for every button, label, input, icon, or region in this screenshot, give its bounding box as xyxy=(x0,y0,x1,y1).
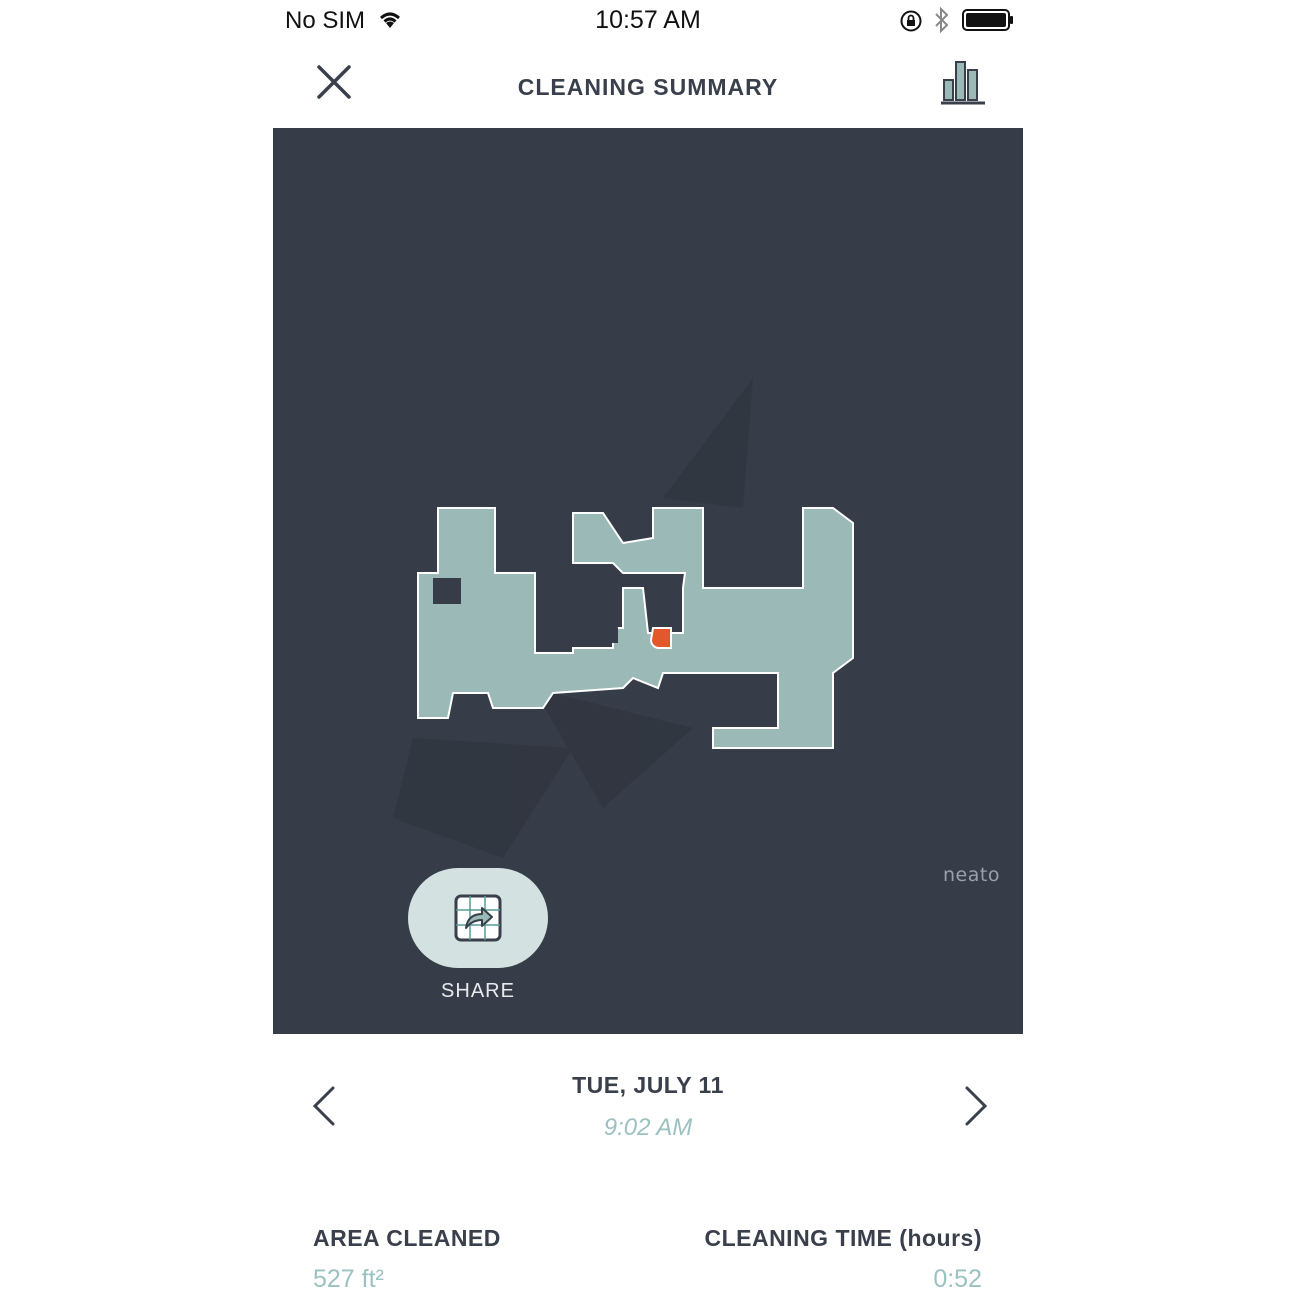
stats-button[interactable] xyxy=(937,56,989,108)
status-bar: No SIM 10:57 AM xyxy=(273,0,1023,42)
session-date: TUE, JULY 11 xyxy=(572,1072,724,1098)
cleaning-time-label: CLEANING TIME (hours) xyxy=(704,1225,982,1251)
floor-plan xyxy=(393,378,854,858)
share-map-icon xyxy=(454,894,502,942)
rotation-lock-icon xyxy=(900,10,922,32)
area-cleaned-value: 527 ft² xyxy=(313,1265,384,1293)
share-button[interactable] xyxy=(408,868,548,968)
session-time: 9:02 AM xyxy=(603,1114,693,1141)
area-cleaned-label: AREA CLEANED xyxy=(313,1225,501,1251)
cleaning-map: neato SHARE xyxy=(273,128,1023,1034)
bluetooth-icon xyxy=(935,6,949,34)
robot-base xyxy=(649,627,672,649)
next-session-button[interactable] xyxy=(955,1082,995,1130)
bar-chart-icon xyxy=(941,61,985,105)
cleaning-time-value: 0:52 xyxy=(933,1265,982,1293)
page-title: CLEANING SUMMARY xyxy=(517,74,779,100)
share-label: SHARE xyxy=(441,980,515,1002)
battery-icon xyxy=(962,9,1013,31)
neato-logo: neato xyxy=(943,864,1000,886)
chevron-right-icon xyxy=(965,1086,988,1126)
